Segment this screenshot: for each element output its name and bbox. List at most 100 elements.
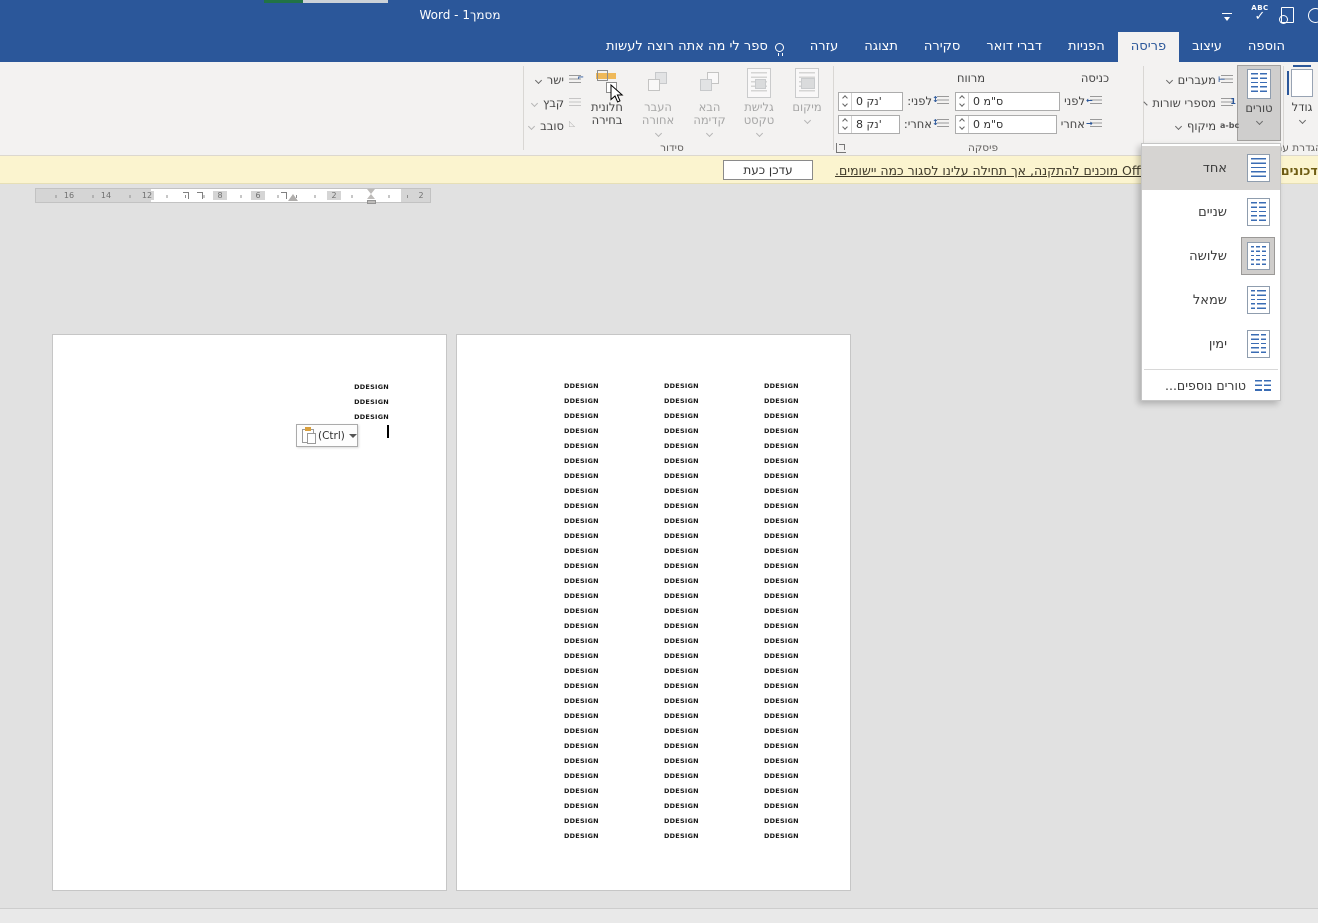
columns-three-icon: [1241, 237, 1275, 275]
columns-menu-item-three[interactable]: שלושה: [1142, 234, 1280, 278]
indent-before-field[interactable]: 0 ס"מ: [955, 91, 1061, 111]
indent-after-row: → אחרי 0 ס"מ: [955, 114, 1103, 134]
tab-view[interactable]: תצוגה: [851, 32, 911, 62]
spinner[interactable]: [956, 115, 969, 133]
rotate-icon: ◺: [569, 119, 576, 128]
ruler-column-marker[interactable]: [197, 192, 203, 199]
document-text-line: DDESIGN: [354, 383, 389, 391]
document-text-line: DDESIGN: [564, 787, 599, 795]
bring-forward-icon: [698, 70, 722, 96]
document-text-line: DDESIGN: [764, 562, 799, 570]
update-message-bar: עדכונים עדכוני Office מוכנים להתקנה, אך …: [0, 156, 1318, 184]
document-text-line: DDESIGN: [564, 442, 599, 450]
send-backward-icon: [646, 70, 670, 96]
ruler-margin-marker[interactable]: [366, 189, 377, 204]
more-columns-menu-item[interactable]: טורים נוספים...: [1142, 373, 1280, 398]
document-text-line: DDESIGN: [764, 472, 799, 480]
breaks-button[interactable]: ⊣ מעברים: [1146, 70, 1234, 90]
columns-menu-item-left[interactable]: שמאל: [1142, 278, 1280, 322]
document-text-line: DDESIGN: [764, 742, 799, 750]
ruler-indent-marker[interactable]: [288, 194, 298, 201]
spinner[interactable]: [956, 92, 969, 110]
document-text-line: DDESIGN: [564, 607, 599, 615]
document-text-line: DDESIGN: [664, 637, 699, 645]
line-numbers-button[interactable]: 1 מספרי שורות: [1143, 93, 1236, 113]
document-text-line: DDESIGN: [764, 667, 799, 675]
columns-menu-item-two[interactable]: שניים: [1142, 190, 1280, 234]
tab-review[interactable]: סקירה: [911, 32, 973, 62]
chevron-down-icon: [1165, 76, 1173, 84]
document-text-line: DDESIGN: [764, 727, 799, 735]
ruler-column-marker[interactable]: [281, 192, 287, 199]
undo-icon[interactable]: [1308, 8, 1318, 23]
spinner[interactable]: [839, 115, 852, 133]
ribbon-tab-bar: הוספה עיצוב פריסה הפניות דברי דואר סקירה…: [0, 32, 1318, 62]
page-size-button[interactable]: גודל: [1284, 65, 1318, 141]
tab-help[interactable]: עזרה: [797, 32, 851, 62]
document-text-line: DDESIGN: [764, 787, 799, 795]
title-bar: מסמך1 - Word ABC ✓: [0, 0, 1318, 32]
qat-customize-icon[interactable]: [1222, 13, 1232, 21]
chevron-down-icon: [530, 99, 539, 107]
document-page-2[interactable]: DDESIGN DDESIGN DDESIGN DDESIGN DDESIGN DDESI…: [456, 334, 851, 891]
spinner[interactable]: [839, 92, 852, 110]
print-preview-icon[interactable]: [1279, 7, 1294, 24]
indent-after-field[interactable]: 0 ס"מ: [955, 114, 1057, 134]
paragraph-dialog-launcher-icon[interactable]: [836, 143, 846, 153]
document-text-line: DDESIGN: [664, 772, 699, 780]
document-text-line: DDESIGN: [664, 487, 699, 495]
document-text-line: DDESIGN: [664, 517, 699, 525]
chevron-down-icon: [1174, 122, 1183, 130]
spacing-after-field[interactable]: 8 נק': [838, 114, 900, 134]
page2-column-1: DDESIGN DDESIGN DDESIGN DDESIGN DDESIGN DDESI…: [564, 379, 606, 844]
align-button[interactable]: ⌐ ישר: [526, 70, 584, 90]
word-window: { "window": { "title": "מסמך1 - Word" },…: [0, 0, 1318, 923]
position-button[interactable]: מיקום: [784, 65, 830, 141]
document-text-line: DDESIGN: [764, 412, 799, 420]
document-text-line: DDESIGN: [764, 427, 799, 435]
tab-layout[interactable]: פריסה: [1117, 32, 1180, 62]
ruler-number: 8: [213, 191, 227, 200]
document-text-line: DDESIGN: [764, 547, 799, 555]
document-text-line: DDESIGN: [354, 398, 389, 406]
columns-one-icon: [1241, 149, 1275, 187]
ruler-number: 14: [99, 191, 113, 200]
ruler-column-marker[interactable]: [183, 192, 189, 199]
paste-options-button[interactable]: (Ctrl): [296, 424, 358, 447]
rotate-button[interactable]: ◺ סובב: [526, 116, 582, 136]
document-text-line: DDESIGN: [664, 712, 699, 720]
document-text-line: DDESIGN: [764, 772, 799, 780]
position-icon: [795, 68, 819, 98]
bring-forward-button[interactable]: הבא קדימה: [685, 65, 734, 141]
chevron-down-icon: [1255, 117, 1263, 126]
tab-tell-me[interactable]: ספר לי מה אתה רוצה לעשות: [593, 32, 797, 62]
columns-menu-item-one[interactable]: אחד: [1142, 146, 1280, 190]
columns-left-icon: [1241, 281, 1275, 319]
tab-references[interactable]: הפניות: [1055, 32, 1118, 62]
send-backward-button[interactable]: העבר אחורה: [633, 65, 683, 141]
group-button[interactable]: קבץ: [526, 93, 582, 113]
document-text-line: DDESIGN: [664, 682, 699, 690]
columns-icon: [1247, 69, 1271, 99]
spacing-after-row: ↕ אחרי: 8 נק': [838, 114, 950, 134]
tab-design[interactable]: עיצוב: [1179, 32, 1235, 62]
selection-pane-button[interactable]: חלונית בחירה: [582, 65, 632, 141]
columns-button[interactable]: טורים: [1237, 65, 1281, 141]
document-text-line: DDESIGN: [564, 682, 599, 690]
tab-mailings[interactable]: דברי דואר: [973, 32, 1055, 62]
document-page-1[interactable]: DDESIGN DDESIGN DDESIGN (Ctrl): [52, 334, 447, 891]
document-text-line: DDESIGN: [764, 577, 799, 585]
document-text-line: DDESIGN: [564, 487, 599, 495]
update-now-button[interactable]: עדכן כעת: [723, 160, 813, 180]
columns-menu-item-right[interactable]: ימין: [1142, 322, 1280, 366]
tab-insert[interactable]: הוספה: [1235, 32, 1298, 62]
spellcheck-icon[interactable]: ABC ✓: [1248, 4, 1272, 28]
document-text-line: DDESIGN: [664, 652, 699, 660]
spacing-before-field[interactable]: 0 נק': [838, 91, 904, 111]
document-text-line: DDESIGN: [664, 472, 699, 480]
wrap-text-button[interactable]: גלישת טקסט: [735, 65, 783, 141]
document-text-line: DDESIGN: [664, 412, 699, 420]
chevron-down-icon: [654, 129, 662, 138]
hyphenation-button[interactable]: a-bc מיקוף: [1146, 116, 1239, 136]
ruler-number: 16: [62, 191, 76, 200]
